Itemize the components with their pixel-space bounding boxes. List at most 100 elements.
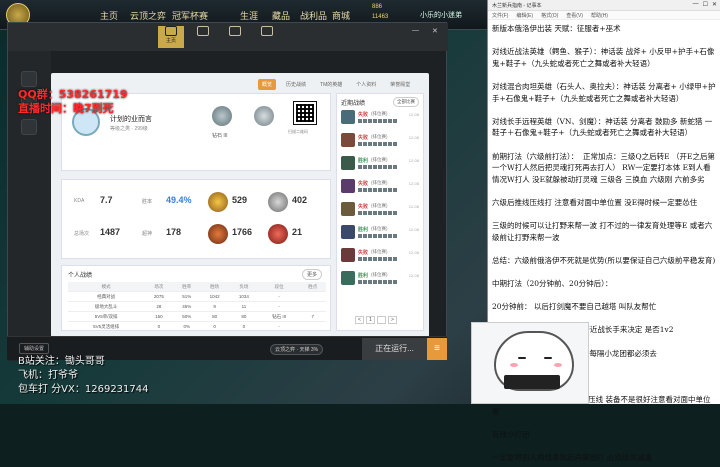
list-item[interactable]: 失败 (排位赛) 12-08 <box>341 248 421 265</box>
sidebar-item-3[interactable] <box>21 119 37 135</box>
queue-mode-select[interactable]: 云顶之弈 · 天梯 3% <box>270 344 324 355</box>
table-cell: 0 <box>199 321 230 331</box>
tab-grid[interactable] <box>254 26 280 48</box>
table-cell: 0 <box>229 321 259 331</box>
list-item[interactable]: 胜利 (排位赛) 12-08 <box>341 156 421 173</box>
item-build <box>358 257 398 261</box>
menu-edit[interactable]: 编辑(E) <box>516 12 533 19</box>
col-lp: 胜点 <box>299 282 326 292</box>
flex-rank-icon <box>254 106 274 126</box>
tab-box[interactable] <box>222 26 248 48</box>
overlay-pack: 包车打 分VX：1269231744 <box>18 384 149 395</box>
qr-label: 扫描二维码 <box>288 129 308 134</box>
champion-icon <box>341 271 355 285</box>
menu-file[interactable]: 文件(F) <box>492 12 508 19</box>
stats-panel: KDA 7.7 胜率 49.4% 529 402 总场次 1487 超神 178… <box>61 179 331 259</box>
tab-home[interactable]: 主页 <box>158 26 184 48</box>
list-item[interactable]: 失败 (排位赛) 12-08 <box>341 133 421 150</box>
next-page-button[interactable]: > <box>388 316 397 324</box>
penta-value: 21 <box>292 227 303 237</box>
menu-button[interactable]: ≡ <box>427 338 447 360</box>
champion-icon <box>341 225 355 239</box>
list-item[interactable]: 失败 (排位赛) 12-08 <box>341 179 421 196</box>
table-cell <box>299 291 326 302</box>
match-result: 失败 <box>358 181 369 187</box>
games-label: 总场次 <box>74 231 90 237</box>
profile-sub: 等级之类 · 299级 <box>110 126 148 132</box>
table-cell: 极地大乱斗 <box>68 301 145 312</box>
item-build <box>358 280 398 284</box>
nav-tft[interactable]: 云顶之弈 <box>130 9 166 22</box>
table-cell: 45% <box>173 301 200 312</box>
recent-matches-panel: 近期战绩 全部比赛 失败 (排位赛) 12-08 失败 (排位赛) 12-08 胜利 (排位赛… <box>336 93 424 331</box>
table-row: 5V5灵活组排 0 0% 0 0- <box>68 321 326 331</box>
table-cell: 9 <box>199 301 230 312</box>
mvp-medal-icon <box>208 192 228 212</box>
tab-chat[interactable] <box>190 26 216 48</box>
tab-heroes[interactable]: TM的英雄 <box>316 79 346 90</box>
table-row: 5V5单/双排 150 50% 80 80 钻石 III 7 <box>68 311 326 322</box>
item-build <box>358 188 398 192</box>
silver-value: 402 <box>292 195 308 205</box>
minimize-icon[interactable]: — <box>412 27 419 34</box>
menu-format[interactable]: 格式(O) <box>541 12 558 19</box>
nav-champion-cup[interactable]: 冠军杯赛 <box>172 9 208 22</box>
table-row: 极地大乱斗 28 45% 9 11- <box>68 301 326 312</box>
maximize-icon[interactable]: ☐ <box>703 1 708 8</box>
list-item[interactable]: 胜利 (排位赛) 12-08 <box>341 225 421 242</box>
notepad-title: 木兰新兵指南 - 记事本 <box>492 3 542 9</box>
prev-page-button[interactable]: < <box>355 316 364 324</box>
table-cell: 51% <box>173 291 200 302</box>
match-result: 失败 <box>358 204 369 210</box>
tab-overview[interactable]: 概览 <box>258 79 277 90</box>
match-result: 失败 <box>358 135 369 141</box>
penta-kill-icon <box>268 224 288 244</box>
games-value: 1487 <box>100 227 121 237</box>
nav-home[interactable]: 主页 <box>100 9 118 22</box>
nav-collection[interactable]: 藏品 <box>272 9 290 22</box>
nav-career[interactable]: 生涯 <box>240 9 258 22</box>
menu-help[interactable]: 帮助(H) <box>591 12 608 19</box>
list-item[interactable]: 胜利 (排位赛) 12-08 <box>341 271 421 288</box>
kda-label: KDA <box>74 198 85 204</box>
table-cell: 1042 <box>199 291 230 302</box>
nav-store[interactable]: 商城 <box>332 9 350 22</box>
tab-history[interactable]: 历史战绩 <box>282 79 310 90</box>
col-winrate: 胜率 <box>173 282 200 292</box>
match-filter-select[interactable]: 全部比赛 <box>393 97 419 107</box>
tab-honor[interactable]: 荣誉殿堂 <box>386 79 414 90</box>
match-date: 12-08 <box>408 112 419 117</box>
triple-value: 1766 <box>232 227 253 237</box>
notepad-menu: 文件(F) 编辑(E) 格式(O) 查看(V) 帮助(H) <box>488 11 720 20</box>
close-icon[interactable]: ✕ <box>432 27 438 35</box>
username[interactable]: 小乐的小迷弟 <box>420 10 462 20</box>
col-mode: 模式 <box>68 282 145 292</box>
champion-icon <box>341 110 355 124</box>
winrate-value: 49.4% <box>166 195 192 205</box>
item-build <box>358 165 398 169</box>
running-status-button[interactable]: 正在运行... <box>362 338 427 360</box>
match-date: 12-08 <box>408 204 419 209</box>
page-next[interactable] <box>377 316 386 324</box>
list-item[interactable]: 失败 (排位赛) 12-08 <box>341 202 421 219</box>
table-cell: 经典对战 <box>68 291 145 302</box>
grid-icon <box>261 26 273 36</box>
nav-loot[interactable]: 战利品 <box>300 9 327 22</box>
sidebar-item-1[interactable] <box>21 71 37 87</box>
profile-tabs: 概览 历史战绩 TM的英雄 个人资料 荣誉殿堂 <box>258 79 414 90</box>
item-build <box>358 211 398 215</box>
more-button[interactable]: 更多 <box>301 269 322 280</box>
menu-view[interactable]: 查看(V) <box>566 12 583 19</box>
helper-client-window: 主页 — ✕ 概览 历史战绩 TM的英雄 个人资料 荣誉殿堂 计划的业而言 等级… <box>7 22 448 361</box>
match-mode: (排位赛) <box>371 134 388 139</box>
silver-medal-icon <box>268 192 288 212</box>
col-wins: 胜场 <box>199 282 230 292</box>
profile-name: 计划的业而言 <box>110 116 152 123</box>
tab-profile[interactable]: 个人资料 <box>352 79 380 90</box>
list-item[interactable]: 失败 (排位赛) 12-08 <box>341 110 421 127</box>
match-result: 失败 <box>358 250 369 256</box>
match-result: 胜利 <box>358 227 369 233</box>
page-1[interactable]: 1 <box>366 316 375 324</box>
minimize-icon[interactable]: — <box>693 1 699 8</box>
close-icon[interactable]: ✕ <box>712 1 717 8</box>
